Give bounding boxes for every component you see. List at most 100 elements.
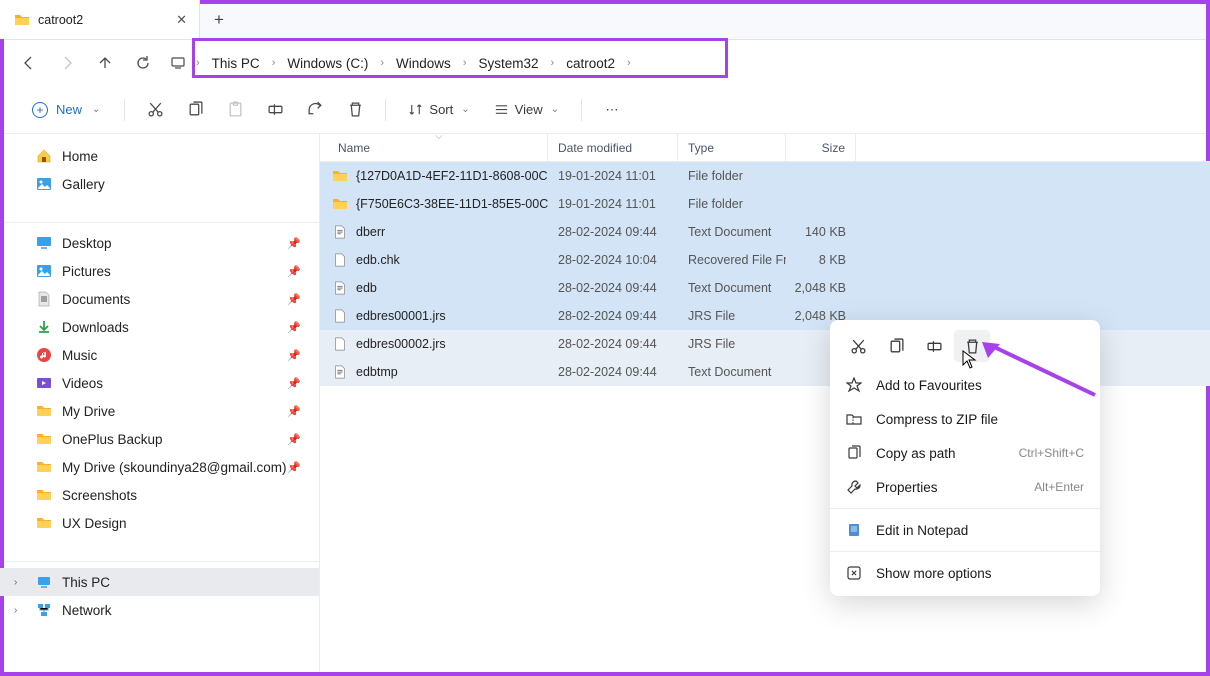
folder-icon [36,487,52,503]
column-name[interactable]: Name [320,134,548,161]
ctx-item-show-more-options[interactable]: Show more options [830,556,1100,590]
file-type: Recovered File Fra... [678,253,786,267]
column-size[interactable]: Size [786,134,856,161]
pin-icon: 📌 [287,433,301,446]
sidebar-item[interactable]: Screenshots [0,481,319,509]
sidebar-item[interactable]: Music📌 [0,341,319,369]
ctx-cut-button[interactable] [840,330,876,362]
ctx-delete-button[interactable] [954,330,990,362]
sidebar-item[interactable]: Pictures 📌 [0,257,319,285]
pictures-icon [36,263,52,279]
ctx-item-label: Copy as path [876,446,956,461]
pc-icon [36,574,52,590]
file-name: edb [356,281,377,295]
separator [830,508,1100,509]
file-size: 2,048 KB [786,281,856,295]
file-icon [332,336,348,352]
ctx-item-label: Show more options [876,566,992,581]
file-type: JRS File [678,337,786,351]
documents-icon [36,291,52,307]
pin-icon: 📌 [287,405,301,418]
file-row[interactable]: edb 28-02-2024 09:44 Text Document 2,048… [320,274,1210,302]
separator [830,551,1100,552]
column-pull-icon[interactable]: ⌵ [435,131,443,142]
pin-icon: 📌 [287,265,301,278]
column-type[interactable]: Type [678,134,786,161]
context-top-actions [830,326,1100,368]
column-date[interactable]: Date modified [548,134,678,161]
sidebar-item-label: Gallery [62,177,105,192]
sidebar-item-this-pc[interactable]: › This PC [0,568,319,596]
sidebar-item-gallery[interactable]: Gallery [0,170,319,198]
tab-title: catroot2 [38,13,83,27]
gallery-icon [36,176,52,192]
sidebar-item[interactable]: My Drive (skoundinya28@gmail.com)📌 [0,453,319,481]
videos-icon [36,375,52,391]
pin-icon: 📌 [287,377,301,390]
file-date: 28-02-2024 10:04 [548,253,678,267]
sidebar-item-label: Screenshots [62,488,137,503]
desktop-icon [36,235,52,251]
sidebar-item-label: Music [62,348,97,363]
folder-icon [36,459,52,475]
ctx-item-label: Properties [876,480,938,495]
sidebar-item-label: My Drive (skoundinya28@gmail.com) [62,460,287,475]
folder-icon [332,168,348,184]
chevron-right-icon[interactable]: › [14,577,17,588]
file-row[interactable]: dberr 28-02-2024 09:44 Text Document 140… [320,218,1210,246]
sidebar-item[interactable]: UX Design [0,509,319,537]
chevron-right-icon[interactable]: › [14,605,17,616]
sidebar-item-label: Pictures [62,264,111,279]
ctx-item-properties[interactable]: PropertiesAlt+Enter [830,470,1100,504]
ctx-item-label: Edit in Notepad [876,523,968,538]
file-type: Text Document [678,281,786,295]
tab-close-icon[interactable]: ✕ [176,12,187,28]
sidebar-item[interactable]: Downloads📌 [0,313,319,341]
file-row[interactable]: {F750E6C3-38EE-11D1-85E5-00C04FC295... 1… [320,190,1210,218]
file-type: Text Document [678,365,786,379]
sidebar-item[interactable]: My Drive📌 [0,397,319,425]
sidebar-item-home[interactable]: Home [0,142,319,170]
sidebar-item-label: Downloads [62,320,129,335]
file-type: File folder [678,169,786,183]
ctx-copy-button[interactable] [878,330,914,362]
file-name: edbres00002.jrs [356,337,446,351]
txt-icon [332,280,348,296]
folder-icon [14,12,30,28]
ctx-item-add-to-favourites[interactable]: Add to Favourites [830,368,1100,402]
folder-icon [36,403,52,419]
ctx-shortcut: Ctrl+Shift+C [1019,446,1084,460]
folder-icon [36,431,52,447]
ctx-item-copy-as-path[interactable]: Copy as path Ctrl+Shift+C [830,436,1100,470]
file-date: 19-01-2024 11:01 [548,169,678,183]
file-row[interactable]: edb.chk 28-02-2024 10:04 Recovered File … [320,246,1210,274]
sidebar-item[interactable]: OnePlus Backup📌 [0,425,319,453]
home-icon [36,148,52,164]
pin-icon: 📌 [287,293,301,306]
file-type: JRS File [678,309,786,323]
file-name: edbtmp [356,365,398,379]
file-date: 28-02-2024 09:44 [548,225,678,239]
ctx-item-edit-in-notepad[interactable]: Edit in Notepad [830,513,1100,547]
file-type: Text Document [678,225,786,239]
sidebar-item-label: Videos [62,376,103,391]
ctx-item-compress-to-zip-file[interactable]: Compress to ZIP file [830,402,1100,436]
sidebar-item[interactable]: Documents📌 [0,285,319,313]
file-date: 28-02-2024 09:44 [548,309,678,323]
sidebar-item-network[interactable]: ›Network [0,596,319,624]
sidebar-item-label: This PC [62,575,110,590]
file-row[interactable]: {127D0A1D-4EF2-11D1-8608-00C04FC295... 1… [320,162,1210,190]
wrench-icon [846,479,862,495]
music-icon [36,347,52,363]
file-icon [332,252,348,268]
star-icon [846,377,862,393]
window-tab[interactable]: catroot2 ✕ [0,0,200,39]
ctx-item-label: Compress to ZIP file [876,412,998,427]
ctx-rename-button[interactable] [916,330,952,362]
file-name: edb.chk [356,253,400,267]
copypath-icon [846,445,862,461]
sidebar-item-label: UX Design [62,516,127,531]
sidebar-item[interactable]: Desktop📌 [0,229,319,257]
notepad-icon [846,522,862,538]
sidebar-item[interactable]: Videos 📌 [0,369,319,397]
